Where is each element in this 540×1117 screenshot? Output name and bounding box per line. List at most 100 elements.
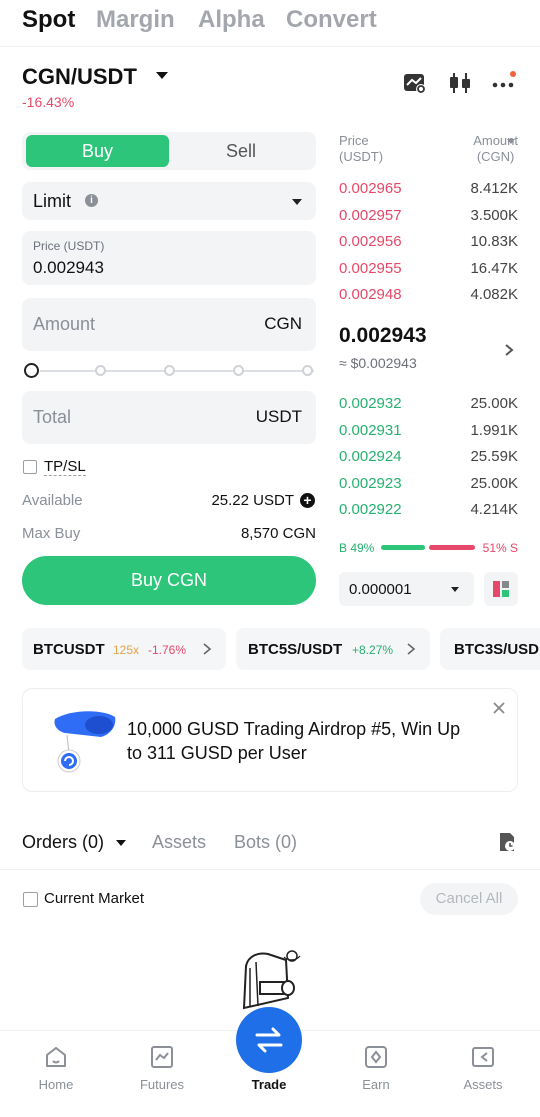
- chevron-down-icon: [292, 199, 302, 205]
- chevron-down-icon: [451, 587, 459, 592]
- tab-margin[interactable]: Margin: [96, 6, 175, 34]
- total-field[interactable]: Total USDT: [22, 391, 316, 444]
- ask-price[interactable]: 0.002965: [339, 180, 402, 197]
- bid-price[interactable]: 0.002922: [339, 501, 402, 518]
- ratio-bar: [381, 545, 475, 550]
- maxbuy-label: Max Buy: [22, 525, 81, 542]
- ticker-symbol: BTCUSDT: [33, 641, 105, 658]
- ob-amount-header[interactable]: Amount (CGN): [473, 133, 518, 165]
- earn-icon: [365, 1046, 387, 1068]
- slider-stop-25[interactable]: [95, 365, 106, 376]
- home-icon: [46, 1047, 66, 1067]
- slider-stop-50[interactable]: [164, 365, 175, 376]
- sell-tab[interactable]: Sell: [170, 135, 312, 167]
- pair-selector[interactable]: CGN/USDT: [22, 64, 137, 90]
- bid-price[interactable]: 0.002923: [339, 475, 402, 492]
- amount-placeholder: Amount: [33, 314, 96, 334]
- tab-convert[interactable]: Convert: [286, 6, 377, 34]
- ob-price-header: Price (USDT): [339, 133, 384, 164]
- ask-amount[interactable]: 10.83K: [470, 233, 518, 250]
- bid-price[interactable]: 0.002932: [339, 395, 402, 412]
- wallet-icon: [472, 1047, 494, 1067]
- ticker-symbol: BTC3S/USD: [454, 641, 540, 658]
- buy-tab[interactable]: Buy: [26, 135, 169, 167]
- amount-unit: CGN: [264, 314, 302, 333]
- slider-stop-75[interactable]: [233, 365, 244, 376]
- tab-bots[interactable]: Bots (0): [234, 832, 297, 853]
- add-funds-icon[interactable]: +: [300, 493, 315, 508]
- ask-amount[interactable]: 3.500K: [470, 207, 518, 224]
- tab-assets[interactable]: Assets: [152, 832, 206, 853]
- chevron-down-icon: [507, 139, 515, 144]
- book-view-button[interactable]: [484, 572, 518, 606]
- tpsl-label[interactable]: TP/SL: [44, 458, 86, 476]
- tab-alpha[interactable]: Alpha: [198, 6, 265, 34]
- chevron-down-icon[interactable]: [156, 72, 168, 79]
- available-label: Available: [22, 492, 83, 509]
- amount-field[interactable]: Amount CGN: [22, 298, 316, 351]
- last-price-usd: ≈ $0.002943: [339, 355, 417, 371]
- amount-slider-track[interactable]: [40, 370, 314, 372]
- chevron-down-icon: [116, 840, 126, 846]
- ask-amount[interactable]: 16.47K: [470, 260, 518, 277]
- ratio-bar-sell: [429, 545, 475, 550]
- nav-assets-label[interactable]: Assets: [443, 1077, 523, 1092]
- ticker-chip-btc5s[interactable]: BTC5S/USDT +8.27%: [236, 628, 430, 670]
- bid-amount[interactable]: 4.214K: [470, 501, 518, 518]
- airdrop-illustration-icon: [54, 711, 116, 773]
- total-unit: USDT: [255, 407, 302, 426]
- price-label: Price (USDT): [33, 239, 105, 253]
- bid-price[interactable]: 0.002931: [339, 422, 402, 439]
- bid-price[interactable]: 0.002924: [339, 448, 402, 465]
- precision-select[interactable]: 0.000001: [339, 572, 474, 606]
- order-type-value: Limit: [33, 191, 72, 211]
- slider-stop-100[interactable]: [302, 365, 313, 376]
- chevron-right-icon: [203, 643, 212, 655]
- buy-submit-button[interactable]: Buy CGN: [22, 556, 316, 605]
- ask-price[interactable]: 0.002957: [339, 207, 402, 224]
- divider: [0, 46, 540, 47]
- promo-banner[interactable]: 10,000 GUSD Trading Airdrop #5, Win Up t…: [22, 688, 518, 792]
- nav-futures[interactable]: [122, 1044, 202, 1075]
- current-market-checkbox[interactable]: [23, 892, 38, 907]
- nav-assets[interactable]: [443, 1044, 523, 1075]
- ask-amount[interactable]: 4.082K: [470, 286, 518, 303]
- slider-handle[interactable]: [24, 363, 39, 378]
- ticker-chip-btcusdt[interactable]: BTCUSDT 125x -1.76%: [22, 628, 226, 670]
- ask-amount[interactable]: 8.412K: [470, 180, 518, 197]
- ticker-change: +8.27%: [352, 643, 394, 657]
- bid-amount[interactable]: 25.00K: [470, 475, 518, 492]
- nav-earn-label[interactable]: Earn: [336, 1077, 416, 1092]
- nav-home[interactable]: [16, 1044, 96, 1075]
- tab-orders[interactable]: Orders (0): [22, 832, 104, 853]
- nav-trade-label[interactable]: Trade: [229, 1077, 309, 1092]
- nav-futures-label[interactable]: Futures: [122, 1077, 202, 1092]
- bid-amount[interactable]: 25.59K: [470, 448, 518, 465]
- price-field[interactable]: Price (USDT) 0.002943: [22, 231, 316, 285]
- ticker-leverage: 125x: [113, 643, 140, 657]
- buy-ratio: B 49%: [339, 541, 375, 555]
- tab-spot[interactable]: Spot: [22, 6, 75, 34]
- nav-earn[interactable]: [336, 1044, 416, 1075]
- ask-price[interactable]: 0.002955: [339, 260, 402, 277]
- divider: [0, 869, 540, 870]
- nav-trade[interactable]: [236, 1007, 302, 1073]
- total-placeholder: Total: [33, 407, 72, 427]
- chevron-right-icon[interactable]: [503, 342, 515, 358]
- info-icon[interactable]: i: [85, 194, 98, 207]
- ticker-chip-btc3s[interactable]: BTC3S/USD: [440, 628, 540, 670]
- cancel-all-button[interactable]: Cancel All: [420, 883, 518, 915]
- sell-ratio: 51% S: [482, 541, 518, 555]
- bid-amount[interactable]: 25.00K: [470, 395, 518, 412]
- tpsl-checkbox[interactable]: [23, 460, 37, 474]
- chart-settings-icon[interactable]: [402, 70, 428, 96]
- ask-price[interactable]: 0.002948: [339, 286, 402, 303]
- bid-amount[interactable]: 1.991K: [470, 422, 518, 439]
- nav-home-label[interactable]: Home: [16, 1077, 96, 1092]
- order-type-select[interactable]: Limit i: [22, 182, 316, 220]
- close-icon[interactable]: [492, 701, 506, 715]
- ask-price[interactable]: 0.002956: [339, 233, 402, 250]
- candlestick-icon[interactable]: [447, 70, 473, 96]
- order-history-icon[interactable]: [496, 831, 518, 853]
- more-icon[interactable]: [491, 70, 517, 96]
